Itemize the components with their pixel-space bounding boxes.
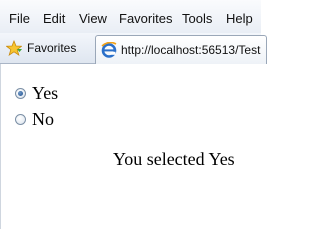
radio-button-yes[interactable] [15,88,26,99]
menu-help[interactable]: Help [226,11,253,26]
favorites-star-icon [6,40,22,56]
radio-selected-dot [18,91,23,96]
radio-label-yes: Yes [32,83,59,103]
radio-option-yes[interactable]: Yes [15,83,58,104]
tab-url: http://localhost:56513/Test [121,43,261,57]
browser-tab[interactable]: http://localhost:56513/Test [95,35,267,64]
menu-bar: File Edit View Favorites Tools Help [0,0,261,33]
favorites-button[interactable]: Favorites [6,37,76,59]
ie-logo-icon [101,42,117,58]
menu-view[interactable]: View [79,11,107,26]
result-message: You selected Yes [113,149,235,169]
radio-option-no[interactable]: No [15,109,54,130]
menu-edit[interactable]: Edit [43,11,65,26]
menu-tools[interactable]: Tools [182,11,212,26]
favorites-label: Favorites [27,41,77,55]
radio-label-no: No [32,109,54,129]
menu-file[interactable]: File [9,11,30,26]
favorites-bar: Favorites http://localhost:56513/Test [0,33,267,64]
page-content: Yes No You selected Yes [0,64,262,229]
menu-favorites[interactable]: Favorites [119,11,172,26]
radio-button-no[interactable] [15,114,26,125]
